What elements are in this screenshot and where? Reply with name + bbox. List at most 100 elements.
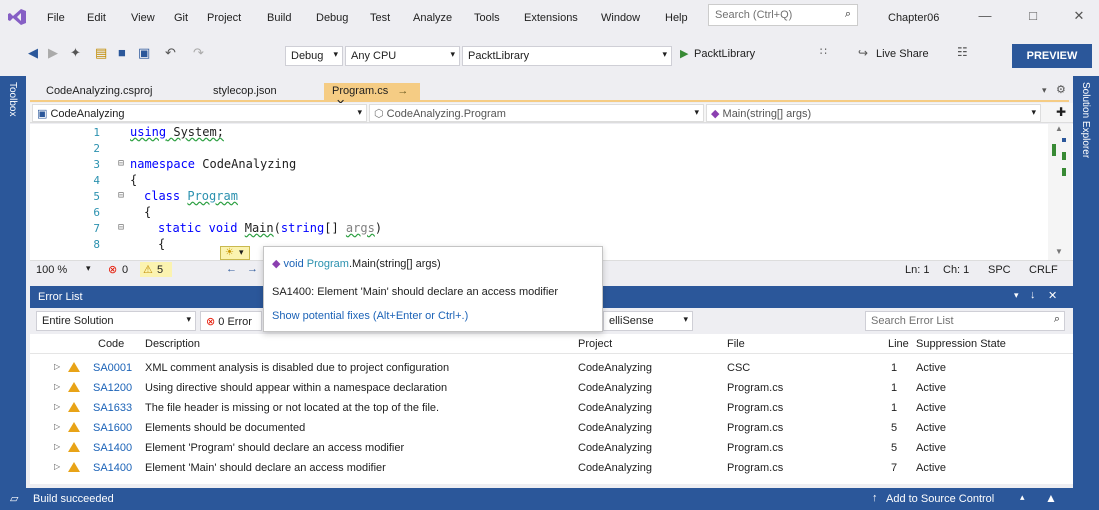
- member-navigation-select[interactable]: ◆ Main(string[] args) ▾: [706, 104, 1041, 122]
- step-icon[interactable]: ∷: [820, 45, 827, 58]
- menu-debug[interactable]: Debug: [316, 12, 348, 24]
- expand-icon[interactable]: ▷: [54, 422, 60, 431]
- chevron-up-icon[interactable]: ▴: [1020, 492, 1025, 503]
- live-share-button[interactable]: Live Share: [876, 48, 929, 60]
- menu-file[interactable]: File: [47, 12, 65, 24]
- pin-icon[interactable]: ↓: [1030, 289, 1036, 301]
- menu-build[interactable]: Build: [267, 12, 291, 24]
- column-header-line[interactable]: Line: [888, 338, 909, 350]
- redo-icon[interactable]: ↷: [193, 45, 204, 61]
- expand-icon[interactable]: ▷: [54, 402, 60, 411]
- table-row[interactable]: ▷ SA0001 XML comment analysis is disable…: [30, 358, 1073, 378]
- settings-icon[interactable]: ⚙: [1056, 83, 1066, 96]
- menu-tools[interactable]: Tools: [474, 12, 500, 24]
- split-icon[interactable]: ✚: [1056, 105, 1066, 119]
- collapse-icon[interactable]: ⊟: [118, 222, 124, 233]
- live-share-icon[interactable]: ↪: [858, 46, 868, 60]
- menu-view[interactable]: View: [131, 12, 155, 24]
- scroll-down-icon[interactable]: ▼: [1055, 247, 1063, 256]
- vertical-scrollbar[interactable]: ▲ ▼: [1048, 124, 1072, 260]
- expand-icon[interactable]: ▷: [54, 442, 60, 451]
- menu-window[interactable]: Window: [601, 12, 640, 24]
- collapse-icon[interactable]: ⊟: [118, 158, 124, 169]
- build-intellisense-select[interactable]: elliSense ▾: [603, 311, 693, 331]
- type-navigation-select[interactable]: ⬡ CodeAnalyzing.Program ▾: [369, 104, 704, 122]
- show-fixes-link[interactable]: Show potential fixes: [272, 310, 370, 322]
- error-code[interactable]: SA1400: [93, 442, 132, 454]
- error-code[interactable]: SA1633: [93, 402, 132, 414]
- warning-count: 5: [157, 264, 164, 276]
- solution-explorer-strip[interactable]: Solution Explorer: [1073, 76, 1099, 488]
- scroll-up-icon[interactable]: ▲: [1055, 124, 1063, 133]
- toolbox-strip[interactable]: Toolbox: [0, 76, 26, 488]
- error-list-search-input[interactable]: Search Error List ⌕: [865, 311, 1065, 331]
- errors-filter-button[interactable]: ⊗ 0 Error: [200, 311, 262, 331]
- notifications-icon[interactable]: ▲: [1045, 491, 1057, 505]
- column-header-description[interactable]: Description: [145, 338, 200, 350]
- code-editor[interactable]: 1 2 3 4 5 6 7 8 using System; ⊟ namespac…: [30, 124, 1073, 260]
- platform-select[interactable]: Any CPU ▾: [345, 46, 460, 66]
- menu-edit[interactable]: Edit: [87, 12, 106, 24]
- add-to-source-control[interactable]: Add to Source Control: [886, 493, 994, 505]
- scope-select[interactable]: Entire Solution ▾: [36, 311, 196, 331]
- menu-analyze[interactable]: Analyze: [413, 12, 452, 24]
- maximize-icon[interactable]: □: [1023, 8, 1043, 26]
- panel-dropdown-icon[interactable]: ▾: [1014, 290, 1019, 301]
- menu-test[interactable]: Test: [370, 12, 390, 24]
- undo-icon[interactable]: ↶: [165, 45, 176, 61]
- menu-help[interactable]: Help: [665, 12, 688, 24]
- save-all-icon[interactable]: ▣: [138, 45, 150, 61]
- error-count[interactable]: 0: [122, 264, 128, 276]
- collapse-icon[interactable]: ⊟: [118, 190, 124, 201]
- feedback-icon[interactable]: ☷: [957, 45, 968, 59]
- tab-dropdown-icon[interactable]: ▾: [1042, 85, 1047, 96]
- error-code[interactable]: SA0001: [93, 362, 132, 374]
- menu-extensions[interactable]: Extensions: [524, 12, 578, 24]
- new-project-icon[interactable]: ✦: [70, 45, 81, 61]
- run-icon[interactable]: ▶: [680, 47, 688, 60]
- expand-icon[interactable]: ▷: [54, 462, 60, 471]
- nav-back-icon[interactable]: ←: [226, 263, 237, 275]
- table-row[interactable]: ▷ SA1600 Elements should be documented C…: [30, 418, 1073, 438]
- menu-project[interactable]: Project: [207, 12, 241, 24]
- table-row[interactable]: ▷ SA1633 The file header is missing or n…: [30, 398, 1073, 418]
- warning-count-badge[interactable]: ⚠ 5: [140, 262, 172, 277]
- table-row[interactable]: ▷ SA1400 Element 'Program' should declar…: [30, 438, 1073, 458]
- table-row[interactable]: ▷ SA1400 Element 'Main' should declare a…: [30, 458, 1073, 478]
- show-fixes-row[interactable]: Show potential fixes (Alt+Enter or Ctrl+…: [264, 305, 602, 327]
- column-header-project[interactable]: Project: [578, 338, 612, 350]
- save-icon[interactable]: ■: [118, 45, 126, 60]
- tab-program-cs[interactable]: Program.cs → ✕: [324, 83, 420, 110]
- menu-git[interactable]: Git: [174, 12, 188, 24]
- expand-icon[interactable]: ▷: [54, 382, 60, 391]
- column-header-suppression[interactable]: Suppression State: [916, 338, 1006, 350]
- table-row[interactable]: ▷ SA1200 Using directive should appear w…: [30, 378, 1073, 398]
- startup-project-select[interactable]: PacktLibrary ▾: [462, 46, 672, 66]
- open-folder-icon[interactable]: ▤: [95, 45, 107, 61]
- preview-button[interactable]: PREVIEW: [1012, 44, 1092, 68]
- chevron-down-icon[interactable]: ▾: [86, 263, 91, 274]
- configuration-select[interactable]: Debug ▾: [285, 46, 343, 66]
- close-panel-icon[interactable]: ✕: [1048, 289, 1057, 302]
- tab-stylecop[interactable]: stylecop.json: [205, 83, 285, 102]
- error-code[interactable]: SA1200: [93, 382, 132, 394]
- search-input[interactable]: Search (Ctrl+Q) ⌕: [708, 4, 858, 26]
- column-header-code[interactable]: Code: [98, 338, 124, 350]
- column-header-file[interactable]: File: [727, 338, 745, 350]
- close-icon[interactable]: ✕: [1069, 8, 1089, 26]
- whitespace-indicator[interactable]: SPC: [988, 264, 1011, 276]
- lightbulb-button[interactable]: ☀ ▾: [220, 246, 250, 260]
- error-code[interactable]: SA1600: [93, 422, 132, 434]
- back-icon[interactable]: ◀: [28, 45, 38, 61]
- error-code[interactable]: SA1400: [93, 462, 132, 474]
- tab-csproj[interactable]: CodeAnalyzing.csproj: [38, 83, 160, 102]
- expand-icon[interactable]: ▷: [54, 362, 60, 371]
- forward-icon[interactable]: ▶: [48, 45, 58, 61]
- zoom-level[interactable]: 100 %: [36, 264, 67, 276]
- minimize-icon[interactable]: —: [975, 8, 995, 26]
- line-ending-indicator[interactable]: CRLF: [1029, 264, 1058, 276]
- pin-icon[interactable]: →: [397, 85, 408, 97]
- run-button[interactable]: PacktLibrary: [694, 48, 755, 60]
- project-navigation-select[interactable]: ▣ CodeAnalyzing ▾: [32, 104, 367, 122]
- nav-forward-icon[interactable]: →: [247, 263, 258, 275]
